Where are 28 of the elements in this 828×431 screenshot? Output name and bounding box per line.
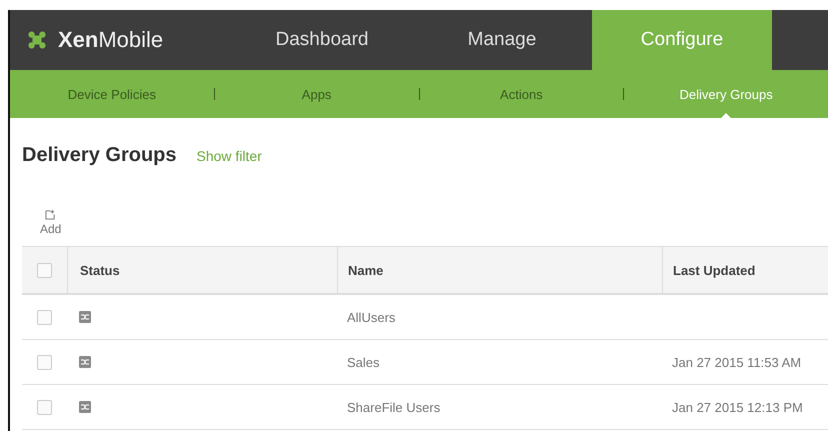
sub-tab[interactable]: Device Policies <box>10 70 214 118</box>
sub-tab[interactable]: Actions <box>420 70 624 118</box>
row-checkbox[interactable] <box>37 354 52 370</box>
nav-tab[interactable]: Configure <box>592 10 772 70</box>
shuffle-icon <box>79 311 91 323</box>
table-cell: Jan 27 2015 11:53 AM <box>672 354 802 370</box>
nav-tab[interactable]: Manage <box>412 10 592 70</box>
logo-icon <box>28 31 46 49</box>
add-button[interactable]: Add <box>40 209 62 236</box>
brand-name: XenMobile <box>58 27 164 53</box>
nav-tab[interactable]: Dashboard <box>232 10 412 70</box>
page-title: Delivery Groups <box>22 144 177 167</box>
add-icon <box>45 209 56 220</box>
table-cell: Jan 27 2015 12:13 PM <box>672 400 803 414</box>
sub-tab[interactable]: Apps <box>214 70 418 118</box>
show-filter-link[interactable]: Show filter <box>196 148 262 164</box>
select-all-checkbox[interactable] <box>37 262 52 278</box>
table-cell-text: AllUsers <box>346 308 396 326</box>
shuffle-icon <box>79 401 91 413</box>
sub-tab[interactable]: Delivery Groups <box>624 70 828 118</box>
row-checkbox[interactable] <box>37 400 52 414</box>
row-checkbox[interactable] <box>37 310 52 324</box>
table-cell-text: Sales <box>346 354 381 372</box>
table-cell-text: ShareFile Users <box>346 398 442 416</box>
shuffle-icon <box>79 356 91 368</box>
column-header[interactable]: Name <box>337 247 662 293</box>
column-header[interactable]: Status <box>67 247 337 293</box>
column-header[interactable]: Last Updated <box>662 247 828 293</box>
